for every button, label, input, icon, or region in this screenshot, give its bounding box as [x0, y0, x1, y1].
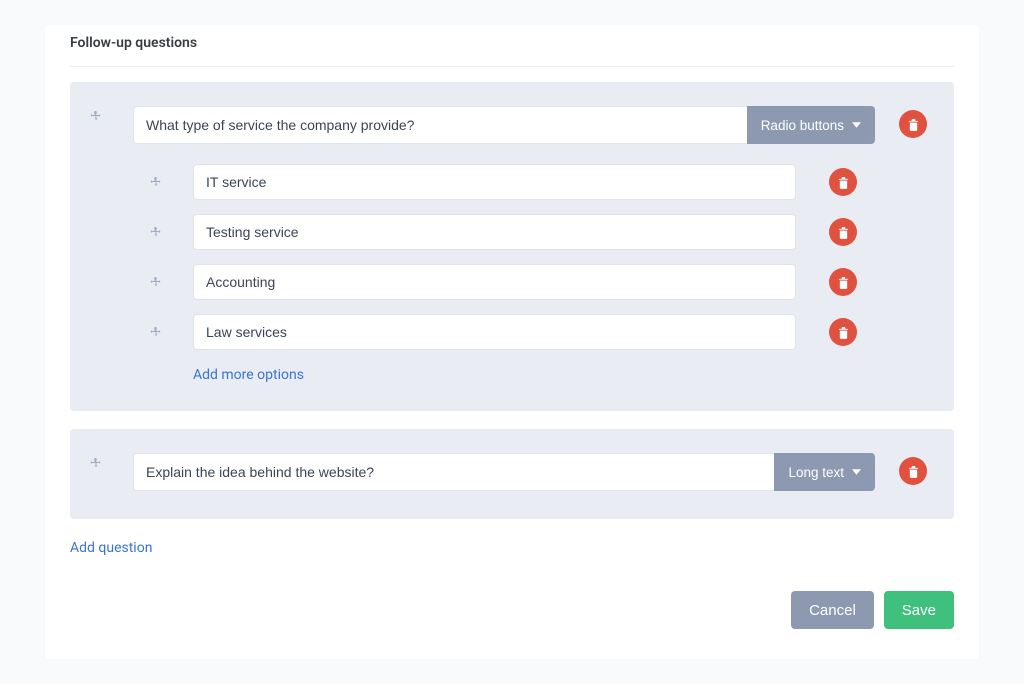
move-icon[interactable] — [148, 276, 164, 288]
question-type-label: Long text — [788, 465, 844, 480]
move-icon[interactable] — [88, 457, 104, 469]
trash-icon — [908, 465, 919, 478]
delete-option-button[interactable] — [829, 168, 857, 196]
option-text-input[interactable] — [193, 314, 796, 350]
move-icon[interactable] — [148, 226, 164, 238]
option-row — [133, 314, 875, 350]
section-title: Follow-up questions — [70, 25, 954, 66]
option-row — [133, 214, 875, 250]
delete-question-button[interactable] — [899, 110, 927, 138]
chevron-down-icon — [852, 122, 861, 128]
move-icon[interactable] — [148, 176, 164, 188]
option-row — [133, 164, 875, 200]
option-text-input[interactable] — [193, 264, 796, 300]
trash-icon — [838, 276, 849, 289]
option-text-input[interactable] — [193, 214, 796, 250]
question-text-input[interactable] — [133, 453, 774, 491]
save-button[interactable]: Save — [884, 591, 954, 629]
question-type-dropdown[interactable]: Long text — [774, 453, 875, 491]
question-type-dropdown[interactable]: Radio buttons — [747, 106, 875, 144]
trash-icon — [838, 226, 849, 239]
add-question-link[interactable]: Add question — [70, 540, 152, 556]
move-icon[interactable] — [148, 326, 164, 338]
delete-option-button[interactable] — [829, 318, 857, 346]
delete-question-button[interactable] — [899, 457, 927, 485]
question-type-label: Radio buttons — [761, 118, 844, 133]
delete-option-button[interactable] — [829, 218, 857, 246]
delete-option-button[interactable] — [829, 268, 857, 296]
option-text-input[interactable] — [193, 164, 796, 200]
chevron-down-icon — [852, 469, 861, 475]
question-card: Long text — [70, 429, 954, 519]
move-icon[interactable] — [88, 110, 104, 122]
option-row — [133, 264, 875, 300]
question-text-input[interactable] — [133, 106, 747, 144]
section-divider — [70, 66, 954, 67]
question-card: Radio buttons — [70, 82, 954, 411]
trash-icon — [908, 118, 919, 131]
form-actions: Cancel Save — [70, 591, 954, 629]
trash-icon — [838, 176, 849, 189]
add-more-options-link[interactable]: Add more options — [193, 367, 304, 383]
followup-questions-panel: Follow-up questions Radio buttons — [45, 25, 979, 659]
cancel-button[interactable]: Cancel — [791, 591, 874, 629]
trash-icon — [838, 326, 849, 339]
